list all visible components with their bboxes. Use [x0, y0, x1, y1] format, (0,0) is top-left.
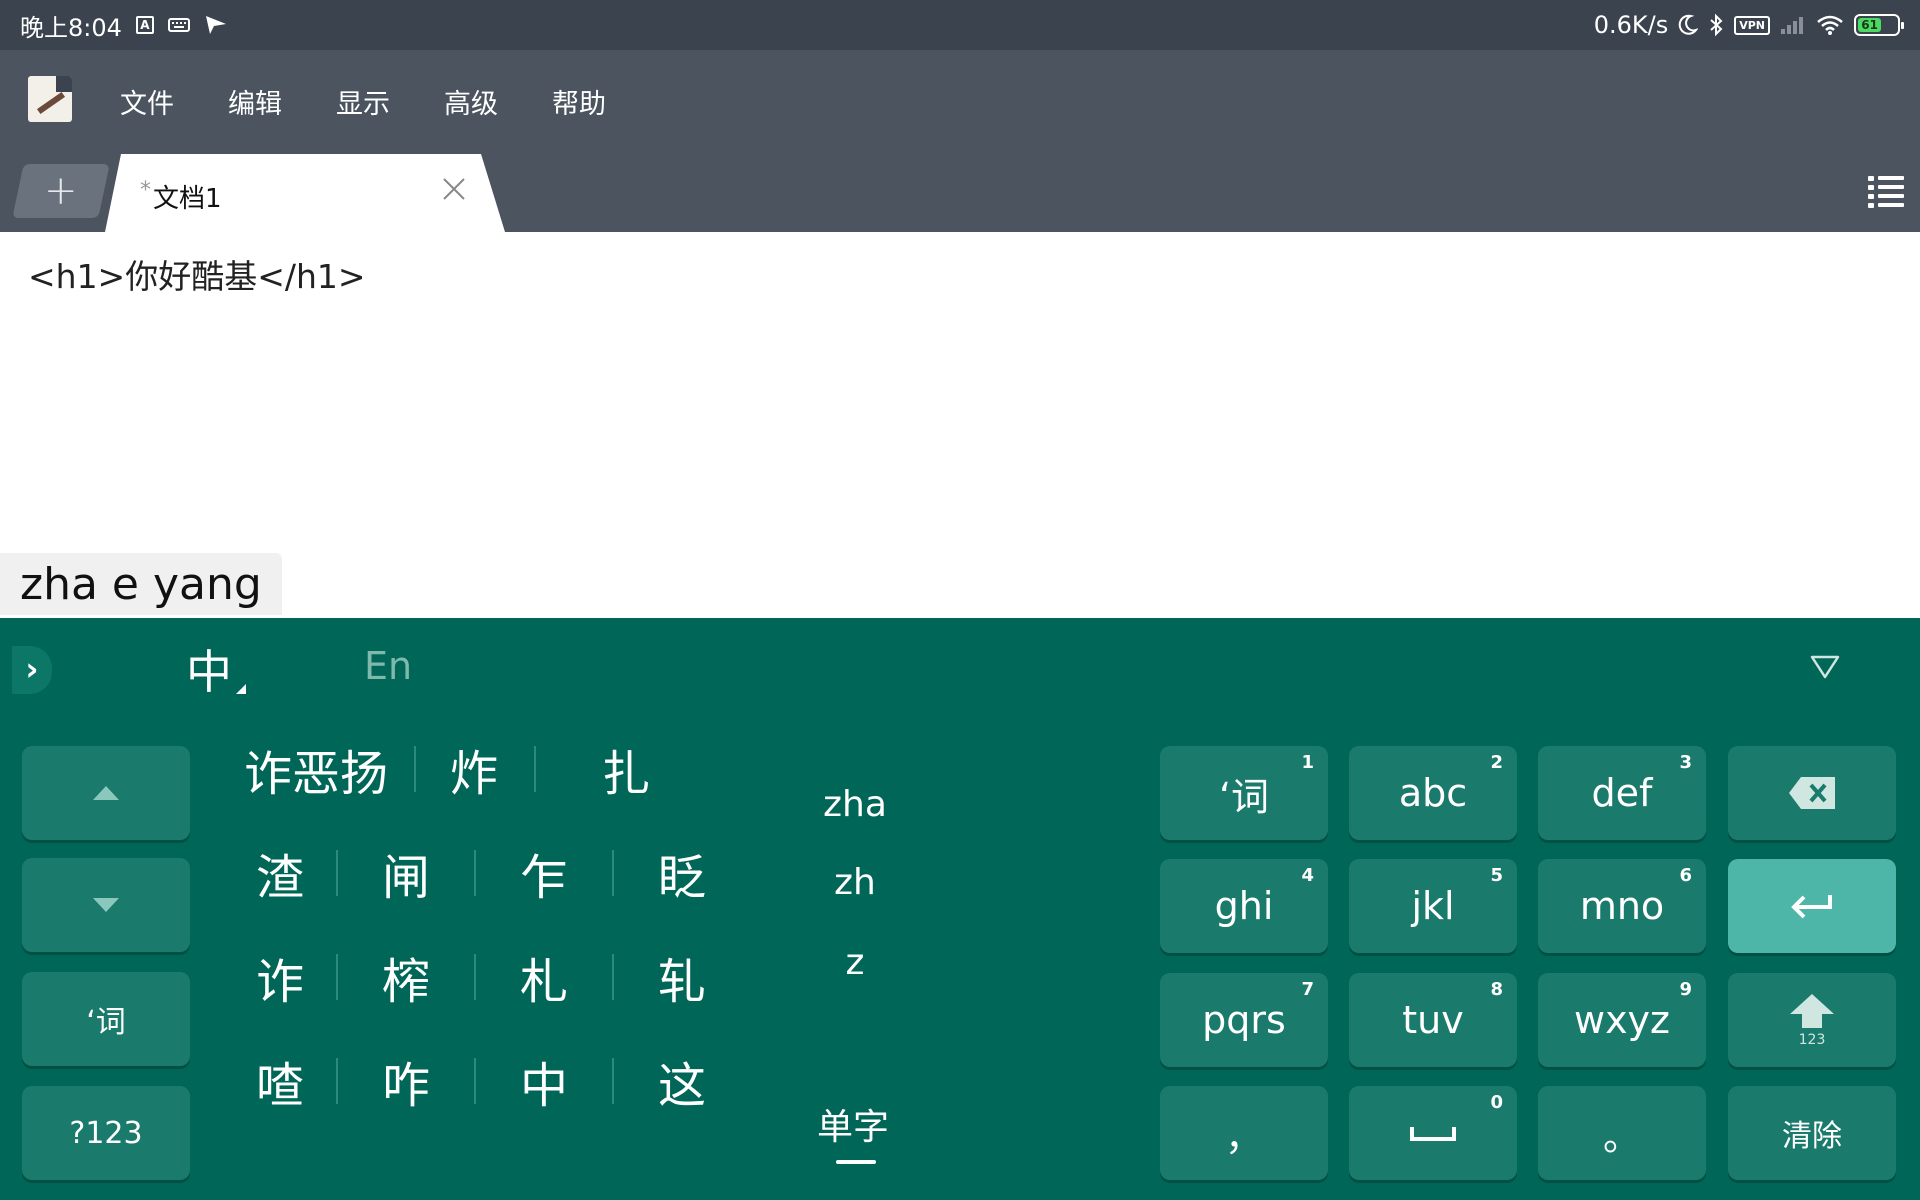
menu-help[interactable]: 帮助 — [552, 82, 633, 121]
candidate[interactable]: 诈 — [240, 942, 320, 1012]
shift-key[interactable]: 123 — [1728, 973, 1896, 1067]
editor-line: <h1>你好酷基</h1> — [28, 257, 366, 296]
t9-key-1[interactable]: ‘词 1 — [1160, 746, 1328, 840]
candidate[interactable]: 诈恶扬 — [228, 734, 404, 804]
signal-icon — [1780, 15, 1806, 35]
candidate[interactable]: 眨 — [630, 838, 734, 908]
clear-key[interactable]: 清除 — [1728, 1086, 1896, 1180]
network-speed: 0.6K/s — [1593, 11, 1669, 39]
moon-icon — [1678, 14, 1699, 36]
candidate[interactable]: 炸 — [434, 734, 514, 804]
vpn-icon: VPN — [1734, 15, 1770, 35]
wifi-icon — [1816, 14, 1844, 36]
collapse-keyboard-icon[interactable] — [1810, 654, 1840, 682]
ime-keyboard: › 中 En ‘词 ?123 诈恶扬 炸 扎 渣 闸 乍 眨 诈 榨 札 轧 喳… — [0, 618, 1920, 1200]
shift-arrow-icon — [1790, 994, 1834, 1028]
enter-key[interactable] — [1728, 859, 1896, 953]
lang-chinese-toggle[interactable]: 中 — [186, 636, 246, 702]
candidate[interactable]: 渣 — [240, 838, 320, 908]
t9-key-4[interactable]: ghi 4 — [1160, 859, 1328, 953]
t9-key-8[interactable]: tuv 8 — [1349, 973, 1517, 1067]
candidate[interactable]: 扎 — [586, 734, 666, 804]
pinyin-option[interactable]: z — [780, 942, 930, 983]
send-icon — [204, 14, 228, 36]
ime-composition: zha e yang — [0, 553, 282, 615]
candidate[interactable]: 这 — [630, 1046, 734, 1116]
pinyin-option[interactable]: zha — [780, 784, 930, 825]
t9-key-7[interactable]: pqrs 7 — [1160, 973, 1328, 1067]
tab-title: 文档1 — [153, 184, 222, 214]
bluetooth-icon — [1708, 13, 1724, 37]
candidate[interactable]: 乍 — [492, 838, 596, 908]
app-logo — [28, 76, 72, 122]
period-key[interactable]: 。 — [1538, 1086, 1706, 1180]
text-a-icon: A — [135, 16, 154, 34]
menu-advanced[interactable]: 高级 — [444, 82, 525, 121]
triangle-up-icon — [93, 786, 119, 800]
space-key[interactable]: 0 — [1349, 1086, 1517, 1180]
candidate[interactable]: 榨 — [354, 942, 458, 1012]
candidate[interactable]: 中 — [492, 1046, 596, 1116]
backspace-icon — [1789, 777, 1835, 809]
t9-key-9[interactable]: wxyz 9 — [1538, 973, 1706, 1067]
status-time: 晚上8:04 — [20, 13, 122, 42]
pinyin-option[interactable]: zh — [780, 862, 930, 903]
candidate-row: 诈 榨 札 轧 — [240, 932, 734, 1022]
shift-sub-label: 123 — [1798, 1032, 1826, 1048]
candidate[interactable]: 闸 — [354, 838, 458, 908]
menu-file[interactable]: 文件 — [120, 82, 201, 121]
tab-modified-marker: * — [140, 178, 151, 203]
t9-key-5[interactable]: jkl 5 — [1349, 859, 1517, 953]
chevron-right-icon[interactable]: › — [12, 646, 52, 694]
menu-bar: 文件 编辑 显示 高级 帮助 — [120, 70, 660, 132]
ime-toolbar: › 中 En — [0, 618, 1920, 718]
candidate-page-down-button[interactable] — [22, 858, 190, 952]
close-tab-icon[interactable] — [437, 174, 471, 208]
t9-key-2[interactable]: abc 2 — [1349, 746, 1517, 840]
candidate[interactable]: 喳 — [240, 1046, 320, 1116]
candidate-page-up-button[interactable] — [22, 746, 190, 840]
comma-key[interactable]: ， — [1160, 1086, 1328, 1180]
keyboard-icon — [167, 18, 190, 32]
single-char-underline — [836, 1160, 876, 1164]
menu-view[interactable]: 显示 — [336, 82, 417, 121]
candidate-row: 诈恶扬 炸 扎 — [228, 724, 666, 814]
tab-document-1[interactable]: * 文档1 — [105, 154, 505, 232]
plus-icon: + — [44, 168, 78, 214]
menu-edit[interactable]: 编辑 — [228, 82, 309, 121]
candidate[interactable]: 札 — [492, 942, 596, 1012]
vpn-label: VPN — [1734, 15, 1770, 35]
status-bar: 晚上8:04 A 0.6K/s VPN 61 — [0, 0, 1920, 50]
battery-level: 61 — [1858, 18, 1882, 32]
candidate[interactable]: 咋 — [354, 1046, 458, 1116]
new-tab-button[interactable]: + — [12, 164, 110, 218]
t9-key-3[interactable]: def 3 — [1538, 746, 1706, 840]
triangle-down-icon — [93, 898, 119, 912]
editor-area[interactable]: <h1>你好酷基</h1> — [0, 232, 1920, 618]
candidate[interactable]: 轧 — [630, 942, 734, 1012]
symbols-key[interactable]: ?123 — [22, 1086, 190, 1180]
single-char-mode-toggle[interactable]: 单字 — [778, 1098, 928, 1150]
candidate-row: 喳 咋 中 这 — [240, 1036, 734, 1126]
word-separator-key[interactable]: ‘词 — [22, 972, 190, 1066]
space-icon — [1410, 1127, 1456, 1141]
lang-english-toggle[interactable]: En — [364, 644, 412, 688]
enter-icon — [1791, 895, 1832, 919]
t9-key-6[interactable]: mno 6 — [1538, 859, 1706, 953]
app-header: 文件 编辑 显示 高级 帮助 + * 文档1 — [0, 50, 1920, 232]
candidate-row: 渣 闸 乍 眨 — [240, 828, 734, 918]
backspace-key[interactable] — [1728, 746, 1896, 840]
tab-list-icon[interactable] — [1868, 174, 1904, 210]
battery-icon: 61 — [1854, 14, 1904, 36]
